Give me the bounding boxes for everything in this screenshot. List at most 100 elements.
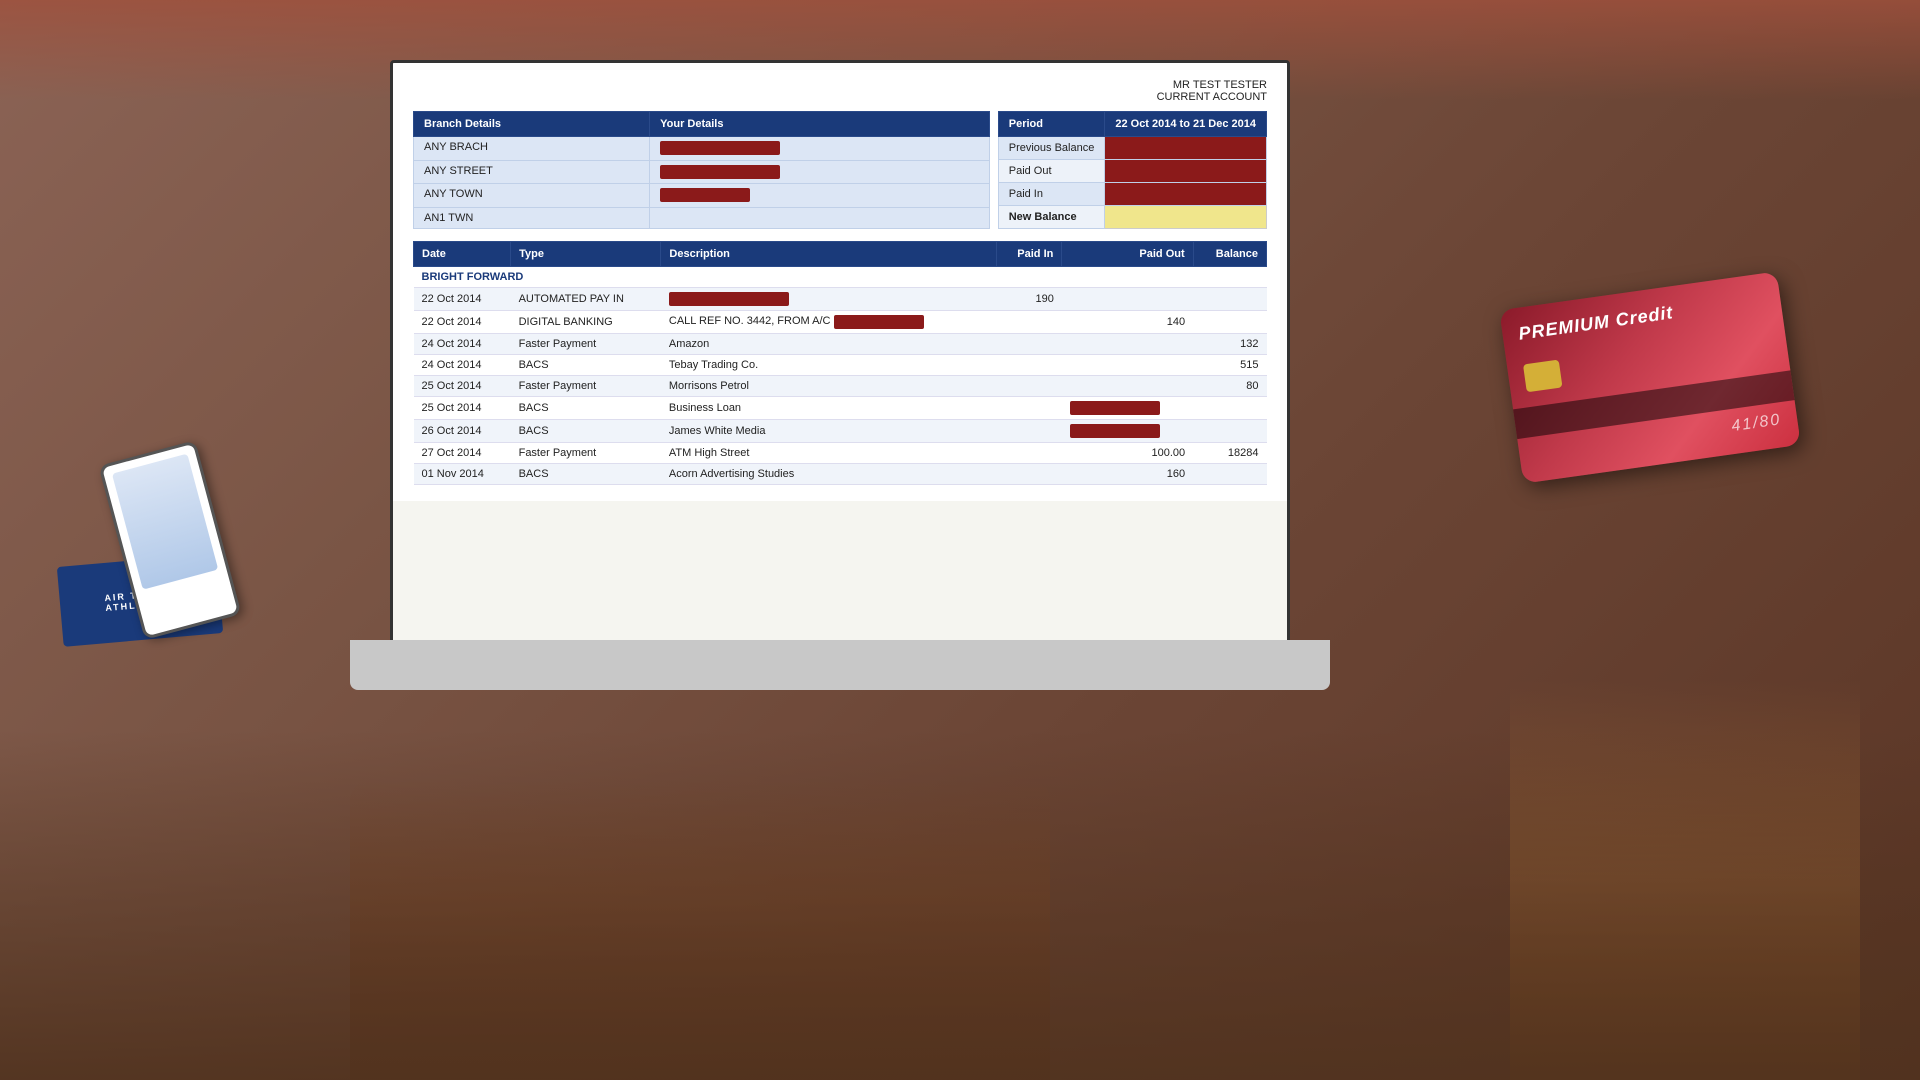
redacted-6 (1070, 424, 1160, 438)
trans-paidin-3 (996, 355, 1062, 376)
trans-balance-8 (1193, 464, 1266, 485)
trans-balance-6 (1193, 420, 1266, 443)
table-row: 24 Oct 2014 BACS Tebay Trading Co. 515 (414, 355, 1267, 376)
trans-paidout-1: 140 (1062, 311, 1193, 334)
bank-statement: MR TEST TESTER CURRENT ACCOUNT Branch De… (393, 63, 1287, 501)
branch-details-header: Branch Details (414, 112, 650, 137)
bright-forward-row: BRIGHT FORWARD (414, 267, 1267, 288)
table-row: 25 Oct 2014 BACS Business Loan (414, 397, 1267, 420)
trans-balance-0 (1193, 288, 1266, 311)
trans-desc-4: Morrisons Petrol (661, 376, 996, 397)
trans-type-6: BACS (511, 420, 661, 443)
your-details-row4 (650, 207, 990, 229)
info-table: Branch Details Your Details ANY BRACH AN… (413, 111, 990, 229)
top-section: Branch Details Your Details ANY BRACH AN… (413, 111, 1267, 229)
branch-line1: ANY BRACH (414, 137, 650, 161)
trans-date-6: 26 Oct 2014 (414, 420, 511, 443)
transactions-table: Date Type Description Paid In Paid Out B… (413, 241, 1267, 485)
redacted-detail2 (660, 165, 780, 179)
branch-line4: AN1 TWN (414, 207, 650, 229)
laptop-body (350, 640, 1330, 690)
paid-in-label: Paid In (998, 183, 1105, 206)
trans-balance-4: 80 (1193, 376, 1266, 397)
period-header: Period (998, 112, 1105, 137)
trans-paidout-8: 160 (1062, 464, 1193, 485)
paid-in-row: Paid In (998, 183, 1266, 206)
trans-date-7: 27 Oct 2014 (414, 443, 511, 464)
redacted-detail1 (660, 141, 780, 155)
your-details-row1 (650, 137, 990, 161)
trans-paidin-0: 190 (996, 288, 1062, 311)
credit-card-number: 41/80 (1730, 411, 1782, 436)
trans-paidout-7: 100.00 (1062, 443, 1193, 464)
trans-date-1: 22 Oct 2014 (414, 311, 511, 334)
trans-type-1: DIGITAL BANKING (511, 311, 661, 334)
paid-out-header: Paid Out (1062, 242, 1193, 267)
branch-line3: ANY TOWN (414, 184, 650, 208)
trans-desc-6: James White Media (661, 420, 996, 443)
paid-out-row: Paid Out (998, 160, 1266, 183)
trans-date-5: 25 Oct 2014 (414, 397, 511, 420)
person-bottom-overlay (0, 730, 1920, 1080)
trans-balance-3: 515 (1193, 355, 1266, 376)
summary-table: Period 22 Oct 2014 to 21 Dec 2014 Previo… (998, 111, 1267, 229)
trans-type-3: BACS (511, 355, 661, 376)
table-row: 22 Oct 2014 DIGITAL BANKING CALL REF NO.… (414, 311, 1267, 334)
new-balance-row: New Balance (998, 206, 1266, 229)
paid-out-label: Paid Out (998, 160, 1105, 183)
trans-type-7: Faster Payment (511, 443, 661, 464)
table-row: 24 Oct 2014 Faster Payment Amazon 132 (414, 334, 1267, 355)
your-details-row3 (650, 184, 990, 208)
trans-date-4: 25 Oct 2014 (414, 376, 511, 397)
trans-desc-1: CALL REF NO. 3442, FROM A/C (661, 311, 996, 334)
redacted-0 (669, 292, 789, 306)
trans-paidin-5 (996, 397, 1062, 420)
trans-type-0: AUTOMATED PAY IN (511, 288, 661, 311)
account-name: MR TEST TESTER (413, 79, 1267, 91)
trans-paidin-2 (996, 334, 1062, 355)
table-row: 25 Oct 2014 Faster Payment Morrisons Pet… (414, 376, 1267, 397)
trans-desc-2: Amazon (661, 334, 996, 355)
trans-date-2: 24 Oct 2014 (414, 334, 511, 355)
previous-balance-label: Previous Balance (998, 137, 1105, 160)
trans-balance-5 (1193, 397, 1266, 420)
description-header: Description (661, 242, 996, 267)
address-row-4: AN1 TWN (414, 207, 990, 229)
trans-paidout-2 (1062, 334, 1193, 355)
balance-header: Balance (1193, 242, 1266, 267)
period-value: 22 Oct 2014 to 21 Dec 2014 (1105, 112, 1267, 137)
trans-balance-1 (1193, 311, 1266, 334)
redacted-1 (834, 315, 924, 329)
previous-balance-value (1105, 137, 1267, 160)
trans-desc-8: Acorn Advertising Studies (661, 464, 996, 485)
trans-paidout-5 (1062, 397, 1193, 420)
trans-type-2: Faster Payment (511, 334, 661, 355)
table-row: 01 Nov 2014 BACS Acorn Advertising Studi… (414, 464, 1267, 485)
address-row-3: ANY TOWN (414, 184, 990, 208)
trans-type-5: BACS (511, 397, 661, 420)
credit-card-chip (1523, 360, 1563, 393)
trans-date-3: 24 Oct 2014 (414, 355, 511, 376)
table-row: 26 Oct 2014 BACS James White Media (414, 420, 1267, 443)
trans-balance-7: 18284 (1193, 443, 1266, 464)
new-balance-label: New Balance (998, 206, 1105, 229)
date-header: Date (414, 242, 511, 267)
trans-balance-2: 132 (1193, 334, 1266, 355)
trans-paidin-6 (996, 420, 1062, 443)
new-balance-value (1105, 206, 1267, 229)
trans-desc-0 (661, 288, 996, 311)
address-row-1: ANY BRACH (414, 137, 990, 161)
trans-paidin-7 (996, 443, 1062, 464)
trans-type-4: Faster Payment (511, 376, 661, 397)
trans-date-8: 01 Nov 2014 (414, 464, 511, 485)
trans-date-0: 22 Oct 2014 (414, 288, 511, 311)
table-row: 27 Oct 2014 Faster Payment ATM High Stre… (414, 443, 1267, 464)
account-type: CURRENT ACCOUNT (413, 91, 1267, 103)
phone-screen (112, 454, 218, 590)
trans-paidout-6 (1062, 420, 1193, 443)
table-row: 22 Oct 2014 AUTOMATED PAY IN 190 (414, 288, 1267, 311)
trans-desc-7: ATM High Street (661, 443, 996, 464)
trans-paidout-4 (1062, 376, 1193, 397)
your-details-header: Your Details (650, 112, 990, 137)
paid-in-value (1105, 183, 1267, 206)
